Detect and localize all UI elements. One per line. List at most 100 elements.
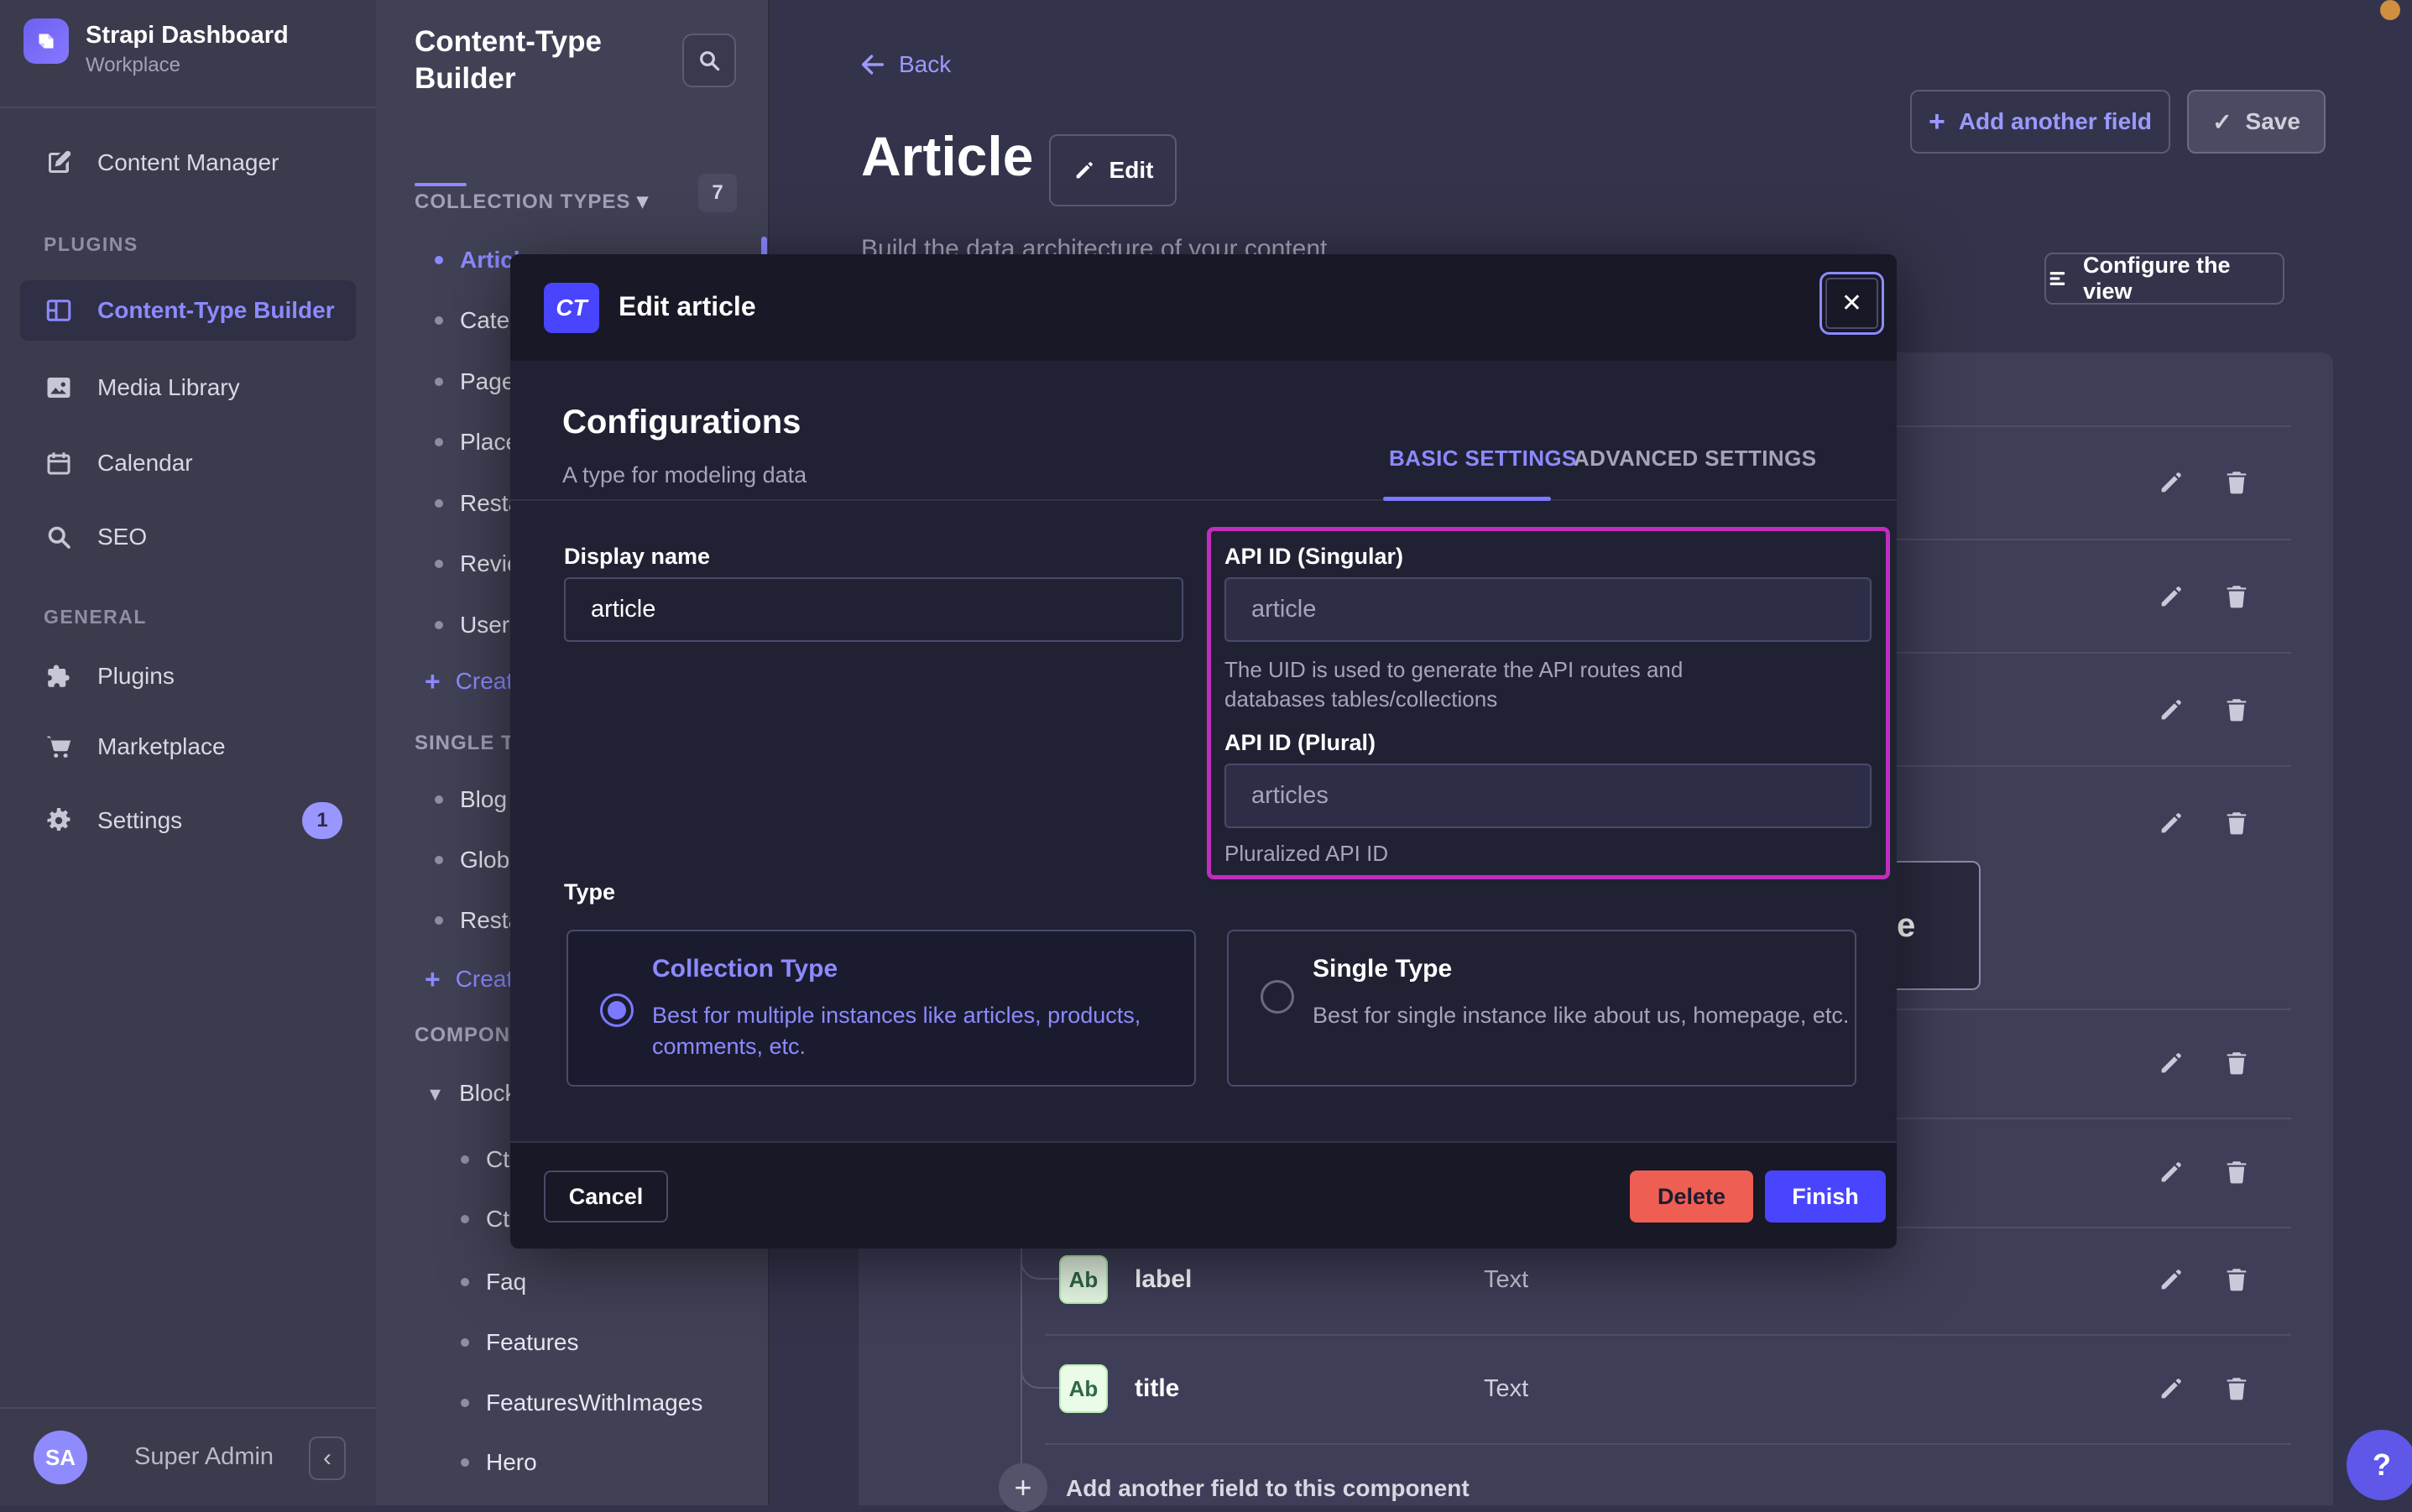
type-label: Type xyxy=(564,879,615,905)
bullet-icon xyxy=(435,438,443,446)
edit-article-modal: CT Edit article ✕ Configurations A type … xyxy=(510,254,1897,1249)
collection-count-badge: 7 xyxy=(698,174,737,212)
avatar[interactable]: SA xyxy=(34,1431,87,1484)
row-divider xyxy=(1045,1443,2291,1445)
collection-type-option[interactable]: Collection Type Best for multiple instan… xyxy=(566,930,1196,1087)
row-actions xyxy=(2157,1158,2251,1186)
active-tab-indicator xyxy=(1383,497,1551,501)
trash-icon[interactable] xyxy=(2222,1265,2251,1294)
component-features[interactable]: Features xyxy=(376,1324,770,1361)
sidebar-item-label: SEO xyxy=(97,524,147,550)
component-features-with-images[interactable]: FeaturesWithImages xyxy=(376,1384,770,1421)
pencil-icon[interactable] xyxy=(2157,1374,2185,1403)
close-button[interactable]: ✕ xyxy=(1819,272,1884,335)
pencil-icon[interactable] xyxy=(2157,1158,2185,1186)
sidebar-item-media-library[interactable]: Media Library xyxy=(20,357,356,418)
strapi-logo-icon xyxy=(23,18,69,64)
row-actions xyxy=(2157,1265,2251,1294)
pencil-icon[interactable] xyxy=(2157,582,2185,611)
pencil-icon[interactable] xyxy=(2157,468,2185,497)
bullet-icon xyxy=(435,256,443,264)
trash-icon[interactable] xyxy=(2222,1158,2251,1186)
layout-grid-icon xyxy=(44,295,74,326)
sidebar-item-label: Content-Type Builder xyxy=(97,297,335,324)
help-button[interactable]: ? xyxy=(2347,1430,2412,1500)
field-name: label xyxy=(1135,1265,1192,1294)
finish-button[interactable]: Finish xyxy=(1765,1170,1886,1223)
field-type: Text xyxy=(1484,1375,1528,1403)
search-icon xyxy=(696,47,723,74)
panel-title: Content-Type Builder xyxy=(415,23,692,97)
search-icon xyxy=(44,522,74,552)
add-another-field-button[interactable]: + Add another field xyxy=(1910,90,2170,154)
page-title: Article xyxy=(861,124,1033,188)
tab-advanced-settings[interactable]: ADVANCED SETTINGS xyxy=(1574,446,1816,472)
row-divider xyxy=(1045,1334,2291,1336)
plus-icon: + xyxy=(1014,1470,1031,1505)
api-id-singular-input[interactable]: article xyxy=(1224,577,1872,642)
pencil-icon[interactable] xyxy=(2157,1265,2185,1294)
recording-indicator-dot xyxy=(2380,0,2400,20)
delete-button[interactable]: Delete xyxy=(1630,1170,1753,1223)
gear-icon xyxy=(44,806,74,836)
component-faq[interactable]: Faq xyxy=(376,1264,770,1301)
trash-icon[interactable] xyxy=(2222,468,2251,497)
api-id-plural-input[interactable]: articles xyxy=(1224,764,1872,828)
app-title: Strapi Dashboard xyxy=(86,22,289,50)
sidebar-item-seo[interactable]: SEO xyxy=(20,507,356,567)
sidebar-item-content-manager[interactable]: Content Manager xyxy=(20,133,356,193)
save-button[interactable]: ✓ Save xyxy=(2187,90,2326,154)
sidebar-item-content-type-builder[interactable]: Content-Type Builder xyxy=(20,280,356,341)
caret-down-icon: ▾ xyxy=(637,188,649,213)
api-id-plural-help: Pluralized API ID xyxy=(1224,839,1778,868)
plus-icon: + xyxy=(425,666,441,697)
configurations-heading: Configurations xyxy=(562,404,801,441)
question-icon: ? xyxy=(2373,1447,2391,1483)
section-label-general: GENERAL xyxy=(44,606,147,628)
pencil-icon[interactable] xyxy=(2157,696,2185,724)
add-field-to-component-label[interactable]: Add another field to this component xyxy=(1066,1475,1470,1502)
modal-title: Edit article xyxy=(619,291,756,322)
app-sidebar: Strapi Dashboard Workplace Content Manag… xyxy=(0,0,376,1505)
collection-types-header[interactable]: COLLECTION TYPES ▾ xyxy=(415,188,649,214)
option-title: Collection Type xyxy=(652,955,838,983)
single-type-option[interactable]: Single Type Best for single instance lik… xyxy=(1227,930,1856,1087)
field-type-badge: Ab xyxy=(1059,1364,1108,1413)
trash-icon[interactable] xyxy=(2222,582,2251,611)
cancel-button[interactable]: Cancel xyxy=(544,1170,668,1223)
search-button[interactable] xyxy=(682,34,736,87)
display-name-input[interactable]: article xyxy=(564,577,1183,642)
divider xyxy=(415,183,467,186)
trash-icon[interactable] xyxy=(2222,1049,2251,1077)
bullet-icon xyxy=(461,1155,469,1164)
pencil-icon[interactable] xyxy=(2157,1049,2185,1077)
sidebar-item-plugins[interactable]: Plugins xyxy=(20,646,356,706)
tab-basic-settings[interactable]: BASIC SETTINGS xyxy=(1389,446,1577,472)
collapse-sidebar-button[interactable]: ‹ xyxy=(309,1436,346,1480)
back-link[interactable]: Back xyxy=(859,50,951,79)
bullet-icon xyxy=(435,378,443,386)
configure-the-view-button[interactable]: Configure the view xyxy=(2044,253,2284,305)
field-type: Text xyxy=(1484,1266,1528,1294)
calendar-icon xyxy=(44,448,74,478)
sidebar-item-label: Media Library xyxy=(97,374,240,401)
api-id-singular-help: The UID is used to generate the API rout… xyxy=(1224,655,1778,714)
sidebar-item-label: Marketplace xyxy=(97,733,226,760)
edit-button[interactable]: Edit xyxy=(1049,134,1177,206)
component-hero[interactable]: Hero xyxy=(376,1444,770,1481)
bullet-icon xyxy=(435,621,443,629)
row-actions xyxy=(2157,1049,2251,1077)
sidebar-item-marketplace[interactable]: Marketplace xyxy=(20,717,356,777)
plus-icon: + xyxy=(1929,106,1945,138)
trash-icon[interactable] xyxy=(2222,809,2251,837)
arrow-left-icon xyxy=(859,50,887,79)
add-field-to-component-button[interactable]: + xyxy=(999,1463,1047,1512)
bullet-icon xyxy=(435,916,443,925)
row-actions xyxy=(2157,809,2251,837)
settings-notification-badge: 1 xyxy=(302,802,342,839)
sidebar-item-calendar[interactable]: Calendar xyxy=(20,433,356,493)
trash-icon[interactable] xyxy=(2222,1374,2251,1403)
trash-icon[interactable] xyxy=(2222,696,2251,724)
cart-icon xyxy=(44,732,74,762)
pencil-icon[interactable] xyxy=(2157,809,2185,837)
